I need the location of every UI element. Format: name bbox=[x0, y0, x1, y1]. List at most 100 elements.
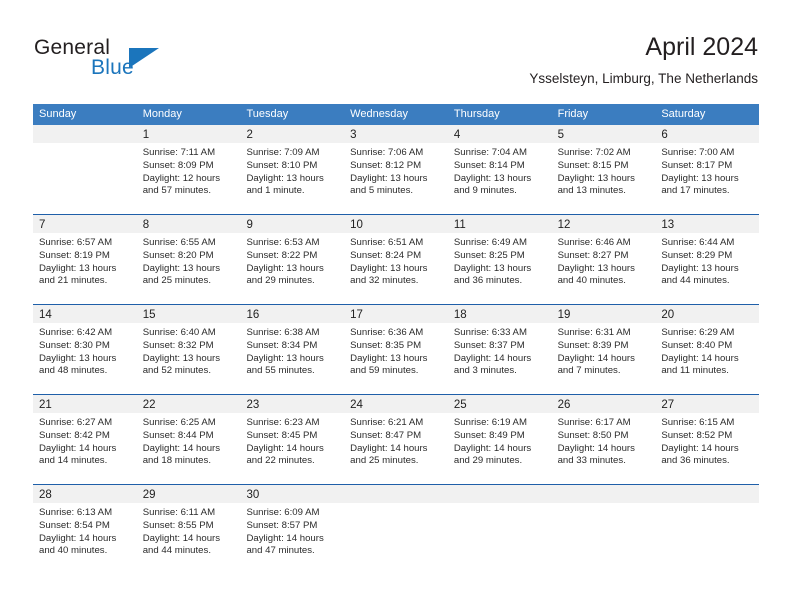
day-number-band: 20 bbox=[655, 305, 760, 323]
day-details: Sunrise: 6:17 AM Sunset: 8:50 PM Dayligh… bbox=[552, 413, 656, 468]
day-number-band: 25 bbox=[447, 395, 552, 413]
daylight-text: Daylight: 14 hours and 44 minutes. bbox=[142, 532, 221, 557]
day-number-band: 27 bbox=[655, 395, 760, 413]
day-number-band: 13 bbox=[655, 215, 760, 233]
sunrise-text: Sunrise: 6:46 AM bbox=[557, 237, 631, 248]
calendar-day-cell[interactable]: 17 Sunrise: 6:36 AM Sunset: 8:35 PM Dayl… bbox=[344, 305, 448, 394]
sunset-text: Sunset: 8:17 PM bbox=[661, 159, 733, 171]
calendar-day-cell[interactable] bbox=[655, 485, 760, 574]
calendar-day-cell[interactable]: 8 Sunrise: 6:55 AM Sunset: 8:20 PM Dayli… bbox=[136, 215, 241, 304]
calendar-day-cell[interactable]: 23 Sunrise: 6:23 AM Sunset: 8:45 PM Dayl… bbox=[240, 395, 345, 484]
day-details: Sunrise: 6:21 AM Sunset: 8:47 PM Dayligh… bbox=[344, 413, 448, 468]
calendar-day-cell[interactable]: 4 Sunrise: 7:04 AM Sunset: 8:14 PM Dayli… bbox=[447, 125, 552, 214]
day-details: Sunrise: 6:57 AM Sunset: 8:19 PM Dayligh… bbox=[33, 233, 137, 288]
day-number-band: 4 bbox=[447, 125, 552, 143]
calendar-day-cell[interactable]: 12 Sunrise: 6:46 AM Sunset: 8:27 PM Dayl… bbox=[551, 215, 656, 304]
daylight-text: Daylight: 13 hours and 36 minutes. bbox=[453, 262, 532, 287]
calendar-day-cell[interactable]: 22 Sunrise: 6:25 AM Sunset: 8:44 PM Dayl… bbox=[136, 395, 241, 484]
sunset-text: Sunset: 8:50 PM bbox=[557, 429, 629, 441]
day-details: Sunrise: 6:09 AM Sunset: 8:57 PM Dayligh… bbox=[240, 503, 344, 558]
day-number-band: 21 bbox=[33, 395, 137, 413]
day-number-band: 15 bbox=[136, 305, 241, 323]
day-details: Sunrise: 7:04 AM Sunset: 8:14 PM Dayligh… bbox=[448, 143, 552, 198]
day-number-band: 23 bbox=[240, 395, 345, 413]
calendar-day-cell[interactable]: 3 Sunrise: 7:06 AM Sunset: 8:12 PM Dayli… bbox=[344, 125, 448, 214]
calendar-day-cell[interactable]: 13 Sunrise: 6:44 AM Sunset: 8:29 PM Dayl… bbox=[655, 215, 760, 304]
weekday-header-row: Sunday Monday Tuesday Wednesday Thursday… bbox=[33, 104, 759, 125]
sunset-text: Sunset: 8:57 PM bbox=[246, 519, 318, 531]
calendar-week-row: 1 Sunrise: 7:11 AM Sunset: 8:09 PM Dayli… bbox=[33, 125, 760, 214]
day-number: 3 bbox=[350, 129, 357, 141]
daylight-text: Daylight: 13 hours and 52 minutes. bbox=[142, 352, 221, 377]
day-number-band: 5 bbox=[551, 125, 656, 143]
sunset-text: Sunset: 8:34 PM bbox=[246, 339, 318, 351]
day-number-band: 14 bbox=[33, 305, 137, 323]
calendar-week-row: 7 Sunrise: 6:57 AM Sunset: 8:19 PM Dayli… bbox=[33, 214, 760, 304]
day-number: 8 bbox=[142, 219, 150, 231]
sunset-text: Sunset: 8:40 PM bbox=[661, 339, 733, 351]
day-number-band: 24 bbox=[344, 395, 448, 413]
calendar-day-cell[interactable]: 29 Sunrise: 6:11 AM Sunset: 8:55 PM Dayl… bbox=[136, 485, 241, 574]
calendar-day-cell[interactable]: 1 Sunrise: 7:11 AM Sunset: 8:09 PM Dayli… bbox=[136, 125, 241, 214]
calendar-day-cell[interactable]: 7 Sunrise: 6:57 AM Sunset: 8:19 PM Dayli… bbox=[33, 215, 137, 304]
sunrise-text: Sunrise: 6:38 AM bbox=[246, 327, 320, 338]
brand-name-blue: Blue bbox=[91, 56, 134, 79]
sunrise-text: Sunrise: 6:09 AM bbox=[246, 507, 320, 518]
day-details: Sunrise: 7:02 AM Sunset: 8:15 PM Dayligh… bbox=[552, 143, 656, 198]
brand-logo[interactable]: General Blue bbox=[34, 36, 234, 86]
calendar-day-cell[interactable]: 11 Sunrise: 6:49 AM Sunset: 8:25 PM Dayl… bbox=[447, 215, 552, 304]
day-details: Sunrise: 6:53 AM Sunset: 8:22 PM Dayligh… bbox=[240, 233, 344, 288]
sunrise-text: Sunrise: 6:49 AM bbox=[453, 237, 527, 248]
calendar-day-cell[interactable]: 28 Sunrise: 6:13 AM Sunset: 8:54 PM Dayl… bbox=[33, 485, 137, 574]
calendar-day-cell[interactable]: 26 Sunrise: 6:17 AM Sunset: 8:50 PM Dayl… bbox=[551, 395, 656, 484]
day-number-band: 10 bbox=[344, 215, 448, 233]
day-number-band: 22 bbox=[136, 395, 241, 413]
calendar-day-cell[interactable]: 5 Sunrise: 7:02 AM Sunset: 8:15 PM Dayli… bbox=[551, 125, 656, 214]
calendar-day-cell[interactable]: 21 Sunrise: 6:27 AM Sunset: 8:42 PM Dayl… bbox=[33, 395, 137, 484]
sunrise-text: Sunrise: 6:31 AM bbox=[557, 327, 631, 338]
calendar-day-cell[interactable]: 25 Sunrise: 6:19 AM Sunset: 8:49 PM Dayl… bbox=[447, 395, 552, 484]
calendar-day-cell[interactable]: 6 Sunrise: 7:00 AM Sunset: 8:17 PM Dayli… bbox=[655, 125, 760, 214]
day-number-band: 11 bbox=[447, 215, 552, 233]
daylight-text: Daylight: 14 hours and 25 minutes. bbox=[350, 442, 428, 467]
calendar-day-cell[interactable]: 27 Sunrise: 6:15 AM Sunset: 8:52 PM Dayl… bbox=[655, 395, 760, 484]
calendar-day-cell[interactable]: 14 Sunrise: 6:42 AM Sunset: 8:30 PM Dayl… bbox=[33, 305, 137, 394]
daylight-text: Daylight: 13 hours and 5 minutes. bbox=[350, 172, 428, 197]
calendar-day-cell[interactable] bbox=[344, 485, 448, 574]
day-details: Sunrise: 6:19 AM Sunset: 8:49 PM Dayligh… bbox=[448, 413, 552, 468]
calendar-day-cell[interactable]: 15 Sunrise: 6:40 AM Sunset: 8:32 PM Dayl… bbox=[136, 305, 241, 394]
day-number: 1 bbox=[142, 129, 150, 141]
day-details: Sunrise: 6:33 AM Sunset: 8:37 PM Dayligh… bbox=[448, 323, 552, 378]
sunrise-text: Sunrise: 6:19 AM bbox=[453, 417, 527, 428]
sunrise-text: Sunrise: 6:27 AM bbox=[39, 417, 113, 428]
calendar-day-cell[interactable]: 19 Sunrise: 6:31 AM Sunset: 8:39 PM Dayl… bbox=[551, 305, 656, 394]
calendar-day-cell[interactable]: 10 Sunrise: 6:51 AM Sunset: 8:24 PM Dayl… bbox=[344, 215, 448, 304]
calendar-week-row: 21 Sunrise: 6:27 AM Sunset: 8:42 PM Dayl… bbox=[33, 394, 760, 484]
weekday-header-tuesday: Tuesday bbox=[246, 108, 289, 120]
daylight-text: Daylight: 14 hours and 29 minutes. bbox=[453, 442, 532, 467]
calendar-day-cell[interactable]: 24 Sunrise: 6:21 AM Sunset: 8:47 PM Dayl… bbox=[344, 395, 448, 484]
calendar-day-cell[interactable] bbox=[551, 485, 656, 574]
page-header: General Blue April 2024 Ysselsteyn, Limb… bbox=[0, 0, 792, 104]
calendar-day-cell[interactable]: 18 Sunrise: 6:33 AM Sunset: 8:37 PM Dayl… bbox=[447, 305, 552, 394]
calendar-page: General Blue April 2024 Ysselsteyn, Limb… bbox=[0, 0, 792, 612]
sunset-text: Sunset: 8:27 PM bbox=[557, 249, 629, 261]
calendar-day-cell[interactable]: 16 Sunrise: 6:38 AM Sunset: 8:34 PM Dayl… bbox=[240, 305, 345, 394]
sunrise-text: Sunrise: 7:09 AM bbox=[246, 147, 320, 158]
sunset-text: Sunset: 8:19 PM bbox=[39, 249, 110, 261]
calendar-day-cell[interactable]: 30 Sunrise: 6:09 AM Sunset: 8:57 PM Dayl… bbox=[240, 485, 345, 574]
day-number: 26 bbox=[557, 399, 571, 411]
day-details: Sunrise: 7:00 AM Sunset: 8:17 PM Dayligh… bbox=[655, 143, 759, 198]
sunrise-text: Sunrise: 6:11 AM bbox=[142, 507, 216, 518]
calendar-day-cell[interactable]: 20 Sunrise: 6:29 AM Sunset: 8:40 PM Dayl… bbox=[655, 305, 760, 394]
daylight-text: Daylight: 14 hours and 47 minutes. bbox=[246, 532, 324, 557]
calendar-day-cell[interactable]: 9 Sunrise: 6:53 AM Sunset: 8:22 PM Dayli… bbox=[240, 215, 345, 304]
calendar-day-cell[interactable] bbox=[447, 485, 552, 574]
day-number: 15 bbox=[142, 309, 156, 321]
weekday-header-saturday: Saturday bbox=[661, 108, 706, 120]
day-number: 24 bbox=[350, 399, 363, 411]
sunset-text: Sunset: 8:47 PM bbox=[350, 429, 422, 441]
day-number: 14 bbox=[39, 309, 52, 321]
calendar-day-cell[interactable]: 2 Sunrise: 7:09 AM Sunset: 8:10 PM Dayli… bbox=[240, 125, 345, 214]
calendar-day-cell[interactable] bbox=[33, 125, 137, 214]
